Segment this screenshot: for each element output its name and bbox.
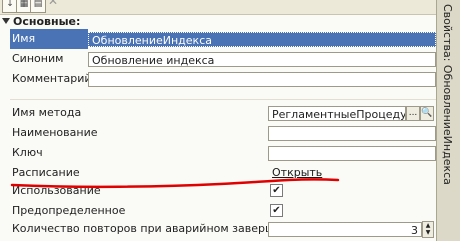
sidebar-title: Свойства: ОбновлениеИндекса: [441, 4, 454, 185]
property-row-retries[interactable]: Количество повторов при аварийном заверш…: [0, 219, 436, 239]
retries-label: Количество повторов при аварийном заверш…: [12, 222, 304, 235]
title-label: Наименование: [12, 126, 98, 139]
property-row-name[interactable]: Имя ОбновлениеИндекса: [0, 29, 436, 49]
usage-checkbox[interactable]: ✔: [270, 184, 283, 197]
property-row-title[interactable]: Наименование: [0, 123, 436, 143]
group-title: Основные:: [13, 15, 81, 28]
schedule-label: Расписание: [12, 166, 80, 179]
properties-sidebar-tab[interactable]: Свойства: ОбновлениеИндекса: [436, 0, 460, 241]
synonym-label: Синоним: [12, 52, 64, 65]
retries-field[interactable]: 3: [268, 222, 422, 237]
method-field[interactable]: РегламентныеПроцедуры: [268, 106, 406, 121]
retries-spinner[interactable]: ▲ ▼: [422, 221, 434, 238]
predefined-label: Предопределенное: [12, 204, 126, 217]
comment-field[interactable]: [88, 72, 436, 87]
divider: [10, 99, 436, 100]
close-icon[interactable]: ✕: [48, 0, 58, 8]
property-row-method[interactable]: Имя метода РегламентныеПроцедуры ... 🔍: [0, 103, 436, 123]
property-row-comment[interactable]: Комментарий: [0, 69, 436, 89]
property-row-synonym[interactable]: Синоним Обновление индекса: [0, 49, 436, 69]
property-row-predefined[interactable]: Предопределенное ✔: [0, 201, 436, 221]
name-field[interactable]: ОбновлениеИндекса: [88, 32, 436, 47]
property-row-usage[interactable]: Использование ✔: [0, 181, 436, 201]
key-label: Ключ: [12, 146, 43, 159]
key-field[interactable]: [268, 146, 436, 161]
properties-icon[interactable]: ▤: [30, 0, 46, 13]
property-row-key[interactable]: Ключ: [0, 143, 436, 163]
method-label: Имя метода: [12, 106, 82, 119]
magnifier-icon[interactable]: 🔍: [420, 106, 434, 121]
properties-toolbar: ↓ ▦ ▤ ✕: [0, 0, 436, 15]
usage-label: Использование: [12, 184, 101, 197]
name-label: Имя: [10, 29, 88, 49]
comment-label: Комментарий: [12, 72, 92, 85]
properties-panel: Основные: Имя ОбновлениеИндекса Синоним …: [0, 15, 436, 241]
schedule-open-link[interactable]: Открыть: [272, 163, 322, 183]
method-select-button[interactable]: ...: [406, 106, 420, 121]
property-row-schedule[interactable]: Расписание Открыть: [0, 163, 436, 183]
predefined-checkbox[interactable]: ✔: [270, 204, 283, 217]
group-header-main[interactable]: Основные:: [0, 15, 80, 29]
title-field[interactable]: [268, 126, 436, 141]
synonym-field[interactable]: Обновление индекса: [88, 52, 436, 67]
collapse-triangle-icon[interactable]: [2, 18, 10, 24]
